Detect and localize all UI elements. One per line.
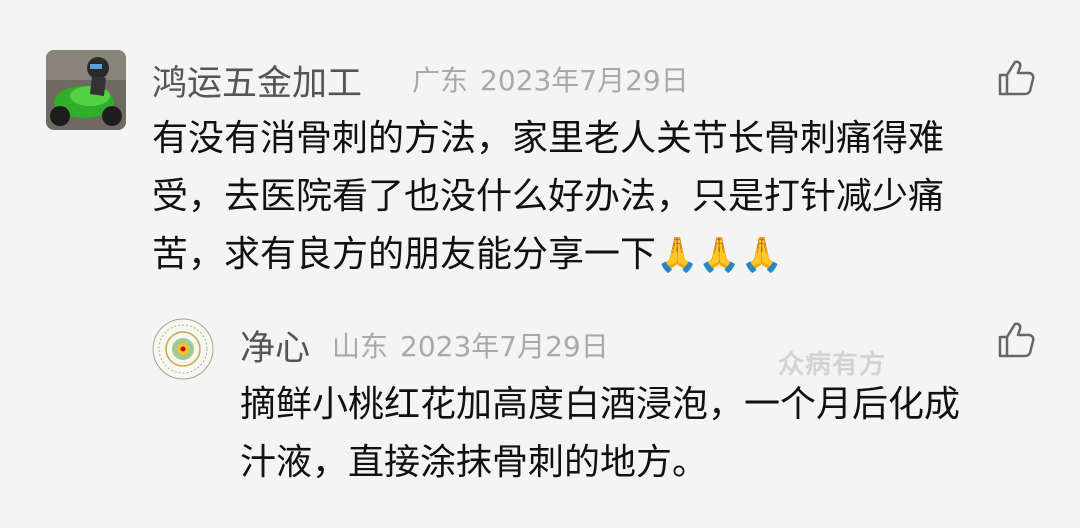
comment-meta: 广东 2023年7月29日 (412, 59, 701, 99)
reply-line: 汁液，直接涂抹骨刺的地方。 (240, 442, 709, 483)
praying-hands-emoji: 🙏🙏🙏 (656, 235, 784, 275)
comment-region: 广东 (412, 64, 469, 97)
reply-meta: 山东 2023年7月29日 (332, 325, 621, 365)
comment-line: 苦，求有良方的朋友能分享一下🙏🙏🙏 (152, 226, 944, 284)
thumbs-up-icon[interactable] (996, 58, 1036, 98)
reply-text: 摘鲜小桃红花加高度白酒浸泡，一个月后化成 汁液，直接涂抹骨刺的地方。 (240, 376, 960, 492)
mandala-icon (152, 318, 214, 380)
comment-date: 2023年7月29日 (480, 64, 689, 97)
motorcycle-rider-icon (46, 50, 126, 130)
comment-text: 有没有消骨刺的方法，家里老人关节长骨刺痛得难 受，去医院看了也没什么好办法，只是… (152, 110, 944, 284)
thumbs-up-icon[interactable] (996, 320, 1036, 360)
comment-line-text: 苦，求有良方的朋友能分享一下 (152, 234, 657, 275)
reply-region: 山东 (332, 330, 389, 363)
reply-avatar[interactable] (152, 318, 214, 380)
reply-author[interactable]: 净心 (240, 320, 310, 371)
top-divider (155, 0, 1080, 8)
comment-line: 受，去医院看了也没什么好办法，只是打针减少痛 (152, 176, 945, 217)
reply-date: 2023年7月29日 (400, 330, 609, 363)
avatar[interactable] (46, 50, 126, 130)
comment-author[interactable]: 鸿运五金加工 (152, 55, 362, 106)
comment-line: 有没有消骨刺的方法，家里老人关节长骨刺痛得难 (152, 118, 945, 159)
reply-line: 摘鲜小桃红花加高度白酒浸泡，一个月后化成 (240, 384, 961, 425)
